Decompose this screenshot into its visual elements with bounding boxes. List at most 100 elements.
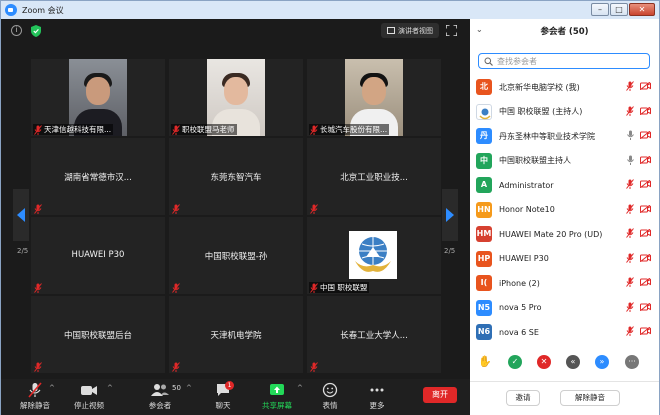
video-tile[interactable]: 中国 职校联盟 [307,217,441,294]
mic-muted-icon [626,301,634,314]
participant-status [626,301,651,314]
mic-muted-icon [34,124,42,135]
chevron-down-icon[interactable]: ⌄ [476,25,483,34]
participant-name: 中国职校联盟主持人 [499,156,571,166]
participant-name: nova 5 Pro [499,303,542,313]
audio-options-caret[interactable]: ^ [49,384,55,392]
avatar: 中 [476,152,492,169]
participant-row[interactable]: HP HUAWEI P30 [470,247,659,272]
reactions-button[interactable]: 表情 [306,382,354,412]
invite-button[interactable]: 邀请 [506,390,540,406]
participant-row[interactable]: 丹丹东圣林中等职业技术学院 [470,124,659,149]
mic-muted-icon [172,204,180,214]
tile-name: 长城汽车股份有限... [320,125,388,134]
avatar: 丹 [476,128,492,145]
participant-row[interactable]: N5 nova 5 Pro [470,296,659,321]
maximize-button[interactable]: □ [610,3,628,16]
zoom-app-icon [5,4,17,16]
participants-icon [151,384,169,396]
share-screen-icon [270,384,284,395]
mic-muted-icon [626,179,634,191]
tile-name: 中国职校联盟后台 [63,331,132,341]
info-icon[interactable]: i [11,25,22,36]
tile-name: 中国 职校联盟 [320,283,368,292]
mic-muted-icon [28,382,42,398]
participant-row[interactable]: A Administrator [470,173,659,198]
mic-muted-icon [626,228,634,240]
mic-muted-icon [310,124,318,135]
minimize-button[interactable]: – [591,3,609,16]
participant-row[interactable]: I(iPhone (2) [470,271,659,296]
mic-muted-icon [626,105,634,118]
raise-hand-icon[interactable]: ✋ [478,355,492,369]
unmute-all-button[interactable]: 解除静音 [560,390,620,406]
speed-up-icon[interactable]: » [595,355,609,369]
title-bar: Zoom 会议 – □ ✕ [1,1,659,19]
avatar: HP [476,250,492,267]
participant-row[interactable]: HM HUAWEI Mate 20 Pro (UD) [470,222,659,247]
more-button[interactable]: 更多 [353,382,401,412]
mic-muted-icon [626,203,634,216]
participant-row[interactable]: 中中国职校联盟主持人 [470,149,659,174]
video-tile[interactable]: 天津信越科技有限... [31,59,165,136]
video-off-icon [639,326,651,337]
tile-name-label: 天津信越科技有限... [33,124,114,135]
search-input[interactable] [497,56,637,66]
ellipsis-icon [370,388,384,392]
video-camera-icon [81,386,97,395]
avatar [476,103,492,120]
video-off-icon [639,179,651,190]
video-options-caret[interactable]: ^ [107,384,113,392]
chevron-left-icon [17,208,25,222]
participant-tile[interactable]: 长春工业大学人... [307,296,441,373]
speaker-view-button[interactable]: 演讲者视图 [381,23,439,38]
participant-row[interactable]: N6 nova 6 SE [470,320,659,345]
participant-tile[interactable]: 湖南省常德市汉... [31,138,165,215]
reaction-bar: ✋ ✓ ✕ « » ··· [470,353,659,373]
no-icon[interactable]: ✕ [537,355,551,369]
video-tile[interactable]: 职校联盟马老师 [169,59,303,136]
participant-tile[interactable]: 中国职校联盟后台 [31,296,165,373]
tile-name: HUAWEI P30 [71,250,125,260]
participant-row[interactable]: 中国 职校联盟 (主持人) [470,100,659,125]
participant-tile[interactable]: 北京工业职业技... [307,138,441,215]
tile-name-label: 长城汽车股份有限... [309,124,390,135]
tile-name: 天津机电学院 [210,331,262,341]
participant-status [626,105,651,118]
more-reactions-icon[interactable]: ··· [625,355,639,369]
chat-button[interactable]: 1 聊天 [199,381,247,412]
next-page-button[interactable] [442,189,458,241]
tile-name: 中国职校联盟-孙 [204,252,268,262]
participant-tile[interactable]: 中国职校联盟-孙 [169,217,303,294]
participant-row[interactable]: HN Honor Note10 [470,198,659,223]
window-controls: – □ ✕ [591,3,655,16]
slow-down-icon[interactable]: « [566,355,580,369]
participant-tile[interactable]: 天津机电学院 [169,296,303,373]
share-options-caret[interactable]: ^ [297,384,303,392]
shield-icon[interactable] [31,25,41,37]
avatar: 北 [476,79,492,96]
participant-row[interactable]: 北北京新华电脑学校 (我) [470,75,659,100]
search-box[interactable] [478,53,650,69]
leave-button[interactable]: 离开 [423,387,457,403]
previous-page-button[interactable] [13,189,29,241]
window-title: Zoom 会议 [22,5,64,15]
fullscreen-icon[interactable] [446,25,457,36]
participant-name: HUAWEI P30 [499,254,549,264]
participants-button[interactable]: 参会者 50 [136,382,184,412]
share-screen-button[interactable]: 共享屏幕 [253,382,301,412]
participant-tile[interactable]: HUAWEI P30 [31,217,165,294]
participant-list: 北北京新华电脑学校 (我) 中国 职校联盟 (主持人) 丹丹东圣林中等职业技术学院中… [470,75,659,345]
close-button[interactable]: ✕ [629,3,655,16]
avatar: A [476,177,492,194]
participant-name: 丹东圣林中等职业技术学院 [499,131,595,141]
mic-muted-icon [34,362,42,372]
mic-muted-icon [310,204,318,214]
yes-icon[interactable]: ✓ [508,355,522,369]
participant-tile[interactable]: 东莞东智汽车 [169,138,303,215]
stop-video-button[interactable]: 停止视频 [65,382,113,412]
video-tile[interactable]: 长城汽车股份有限... [307,59,441,136]
participants-options-caret[interactable]: ^ [186,384,192,392]
participant-name: iPhone (2) [499,278,540,288]
participants-panel: ⌄ 参会者 (50) 北北京新华电脑学校 (我) 中国 职校联盟 (主持人) 丹丹东… [470,19,659,415]
